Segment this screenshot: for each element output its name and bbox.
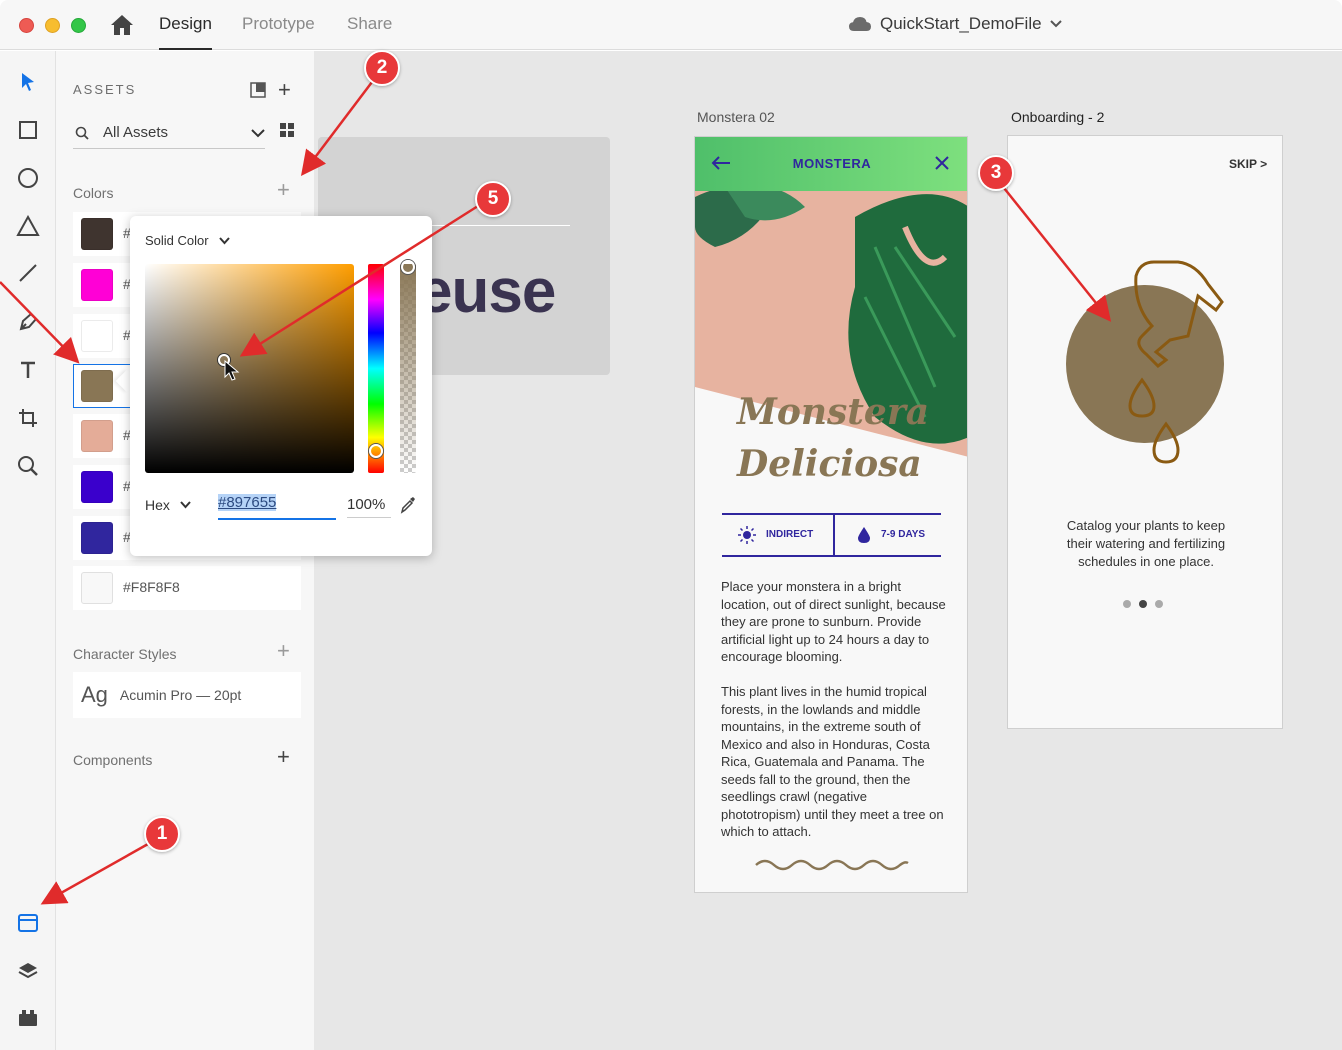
color-hex-label: #F8F8F8 (123, 579, 180, 595)
open-library-icon[interactable] (250, 82, 266, 103)
color-swatch[interactable] (81, 269, 113, 301)
light-label: INDIRECT (766, 529, 814, 540)
char-style-name: Acumin Pro — 20pt (119, 687, 242, 703)
page-dot[interactable] (1123, 600, 1131, 608)
artboard-onboarding[interactable]: SKIP > Catalog your plants to keep their… (1007, 135, 1283, 729)
hex-value-input[interactable]: #897655 (218, 494, 336, 520)
search-icon (75, 126, 89, 140)
color-picker-popover: Solid Color Hex #897655 100% (130, 216, 432, 556)
wave-divider-icon (755, 859, 909, 871)
hue-slider[interactable] (368, 264, 384, 473)
eyedropper-icon[interactable] (400, 496, 416, 519)
color-swatch[interactable] (81, 370, 113, 402)
components-label: Components (73, 752, 153, 768)
assets-filter-label: All Assets (103, 124, 169, 141)
colors-section-label: Colors (73, 185, 114, 201)
marker-badge: 3 (978, 155, 1014, 191)
text-tool-icon[interactable] (14, 356, 42, 384)
document-title-menu[interactable]: QuickStart_DemoFile (848, 14, 1062, 34)
color-swatch[interactable] (81, 471, 113, 503)
layers-panel-icon[interactable] (14, 957, 42, 985)
color-format-dropdown[interactable]: Hex (145, 497, 191, 513)
color-format-label: Hex (145, 497, 170, 513)
rectangle-tool-icon[interactable] (14, 116, 42, 144)
minimize-window-button[interactable] (45, 18, 60, 33)
divider (833, 515, 835, 555)
marker-badge: 1 (144, 816, 180, 852)
plant-paragraph-1: Place your monstera in a bright location… (721, 579, 946, 664)
opacity-slider-handle[interactable] (401, 260, 415, 274)
plant-paragraph-2: This plant lives in the humid tropical f… (721, 684, 944, 839)
assets-filter-dropdown[interactable]: All Assets (73, 117, 265, 149)
mouse-cursor-icon (224, 360, 240, 381)
skip-button[interactable]: SKIP > (1229, 157, 1267, 171)
water-label: 7-9 DAYS (881, 529, 926, 540)
assets-panel-icon[interactable] (14, 909, 42, 937)
hue-slider-handle[interactable] (369, 444, 383, 458)
color-swatch[interactable] (81, 320, 113, 352)
cloud-icon (849, 17, 871, 31)
close-icon[interactable] (934, 155, 950, 176)
select-tool-icon[interactable] (14, 68, 42, 96)
character-styles-label: Character Styles (73, 646, 177, 662)
artboard-tool-icon[interactable] (14, 404, 42, 432)
card-heading: euse (418, 257, 556, 326)
character-style-item[interactable]: Ag Acumin Pro — 20pt (73, 672, 301, 718)
water-drop-icon (858, 527, 870, 543)
plugins-panel-icon[interactable] (14, 1004, 42, 1032)
fill-mode-dropdown[interactable]: Solid Color (145, 233, 230, 248)
close-window-button[interactable] (19, 18, 34, 33)
pagination-dots (1123, 600, 1163, 608)
onboarding-caption: Catalog your plants to keep their wateri… (1066, 518, 1226, 569)
tool-bar (0, 51, 56, 1050)
grid-view-icon[interactable] (280, 123, 294, 142)
polygon-tool-icon[interactable] (14, 212, 42, 240)
marker-badge: 2 (364, 50, 400, 86)
add-component-button[interactable]: + (277, 746, 290, 768)
page-dot[interactable] (1155, 600, 1163, 608)
plant-title-line1: Monstera (737, 391, 930, 433)
line-tool-icon[interactable] (14, 259, 42, 287)
pen-tool-icon[interactable] (14, 308, 42, 336)
tab-prototype[interactable]: Prototype (242, 14, 315, 50)
opacity-input[interactable]: 100% (347, 496, 391, 518)
sun-icon (738, 526, 756, 544)
chevron-down-icon (1049, 20, 1062, 28)
page-dot-active[interactable] (1139, 600, 1147, 608)
color-swatch[interactable] (81, 572, 113, 604)
monstera-header-title: MONSTERA (792, 156, 872, 171)
title-bar: Design Prototype Share QuickStart_DemoFi… (0, 0, 1342, 50)
fill-mode-label: Solid Color (145, 233, 209, 248)
chevron-down-icon (251, 128, 265, 137)
color-swatch[interactable] (81, 420, 113, 452)
watering-can-illustration (1066, 260, 1224, 464)
care-info-strip: INDIRECT 7-9 DAYS (722, 513, 941, 557)
add-color-button[interactable]: + (277, 179, 290, 201)
zoom-window-button[interactable] (71, 18, 86, 33)
artboard-label-onboarding[interactable]: Onboarding - 2 (1011, 109, 1104, 125)
saturation-brightness-field[interactable] (145, 264, 354, 473)
add-character-style-button[interactable]: + (277, 640, 290, 662)
artboard-monstera[interactable]: MONSTERA Monstera Deliciosa INDIRECT 7-9… (694, 136, 968, 893)
marker-badge: 5 (475, 181, 511, 217)
tab-design[interactable]: Design (159, 14, 212, 50)
document-title: QuickStart_DemoFile (880, 14, 1042, 33)
zoom-tool-icon[interactable] (14, 452, 42, 480)
ellipse-tool-icon[interactable] (14, 164, 42, 192)
home-icon[interactable] (110, 14, 134, 36)
artboard-label-monstera[interactable]: Monstera 02 (697, 109, 775, 125)
tab-share[interactable]: Share (347, 14, 392, 50)
color-swatch[interactable] (81, 522, 113, 554)
char-style-sample: Ag (81, 682, 108, 707)
opacity-slider[interactable] (400, 264, 416, 473)
plant-title-line2: Deliciosa (737, 443, 922, 485)
color-swatch[interactable] (81, 218, 113, 250)
chevron-down-icon (180, 501, 191, 509)
hex-value: #897655 (218, 494, 277, 511)
color-swatch-row[interactable]: #F8F8F8 (73, 566, 301, 610)
chevron-down-icon (218, 236, 230, 244)
add-library-icon[interactable]: + (278, 79, 291, 101)
assets-header: ASSETS (73, 82, 137, 97)
